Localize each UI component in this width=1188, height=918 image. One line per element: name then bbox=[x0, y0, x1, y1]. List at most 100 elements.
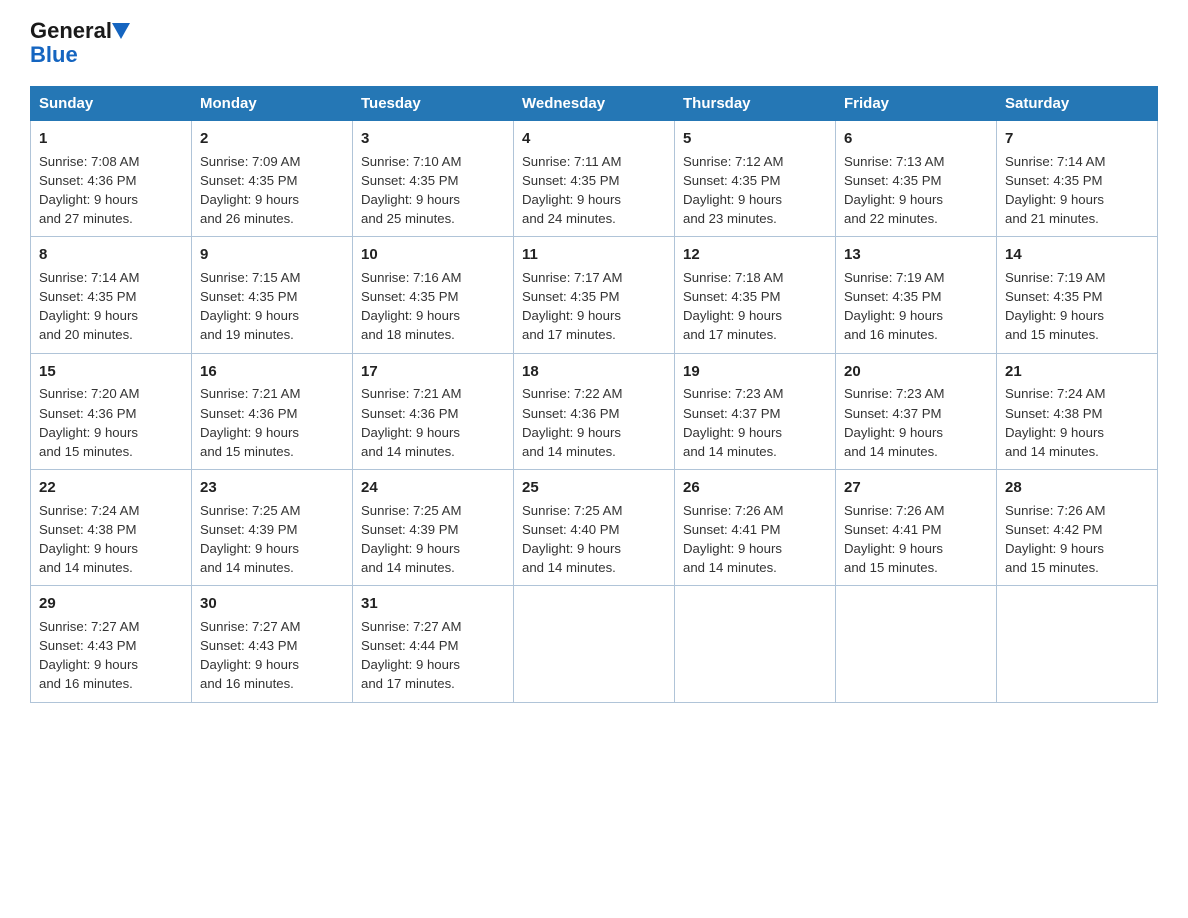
day-number: 26 bbox=[683, 477, 827, 499]
day-cell: 11 Sunrise: 7:17 AMSunset: 4:35 PMDayligh… bbox=[514, 237, 675, 353]
day-number: 20 bbox=[844, 361, 988, 383]
day-info: Sunrise: 7:18 AMSunset: 4:35 PMDaylight:… bbox=[683, 270, 783, 342]
day-info: Sunrise: 7:27 AMSunset: 4:44 PMDaylight:… bbox=[361, 619, 461, 691]
day-cell: 20 Sunrise: 7:23 AMSunset: 4:37 PMDayligh… bbox=[836, 353, 997, 469]
day-number: 17 bbox=[361, 361, 505, 383]
day-info: Sunrise: 7:08 AMSunset: 4:36 PMDaylight:… bbox=[39, 154, 139, 226]
page-header: General Blue bbox=[30, 20, 1158, 68]
day-cell: 18Sunrise: 7:22 AMSunset: 4:36 PMDayligh… bbox=[514, 353, 675, 469]
day-number: 9 bbox=[200, 244, 344, 266]
day-number: 21 bbox=[1005, 361, 1149, 383]
col-header-saturday: Saturday bbox=[997, 87, 1158, 121]
calendar-table: SundayMondayTuesdayWednesdayThursdayFrid… bbox=[30, 86, 1158, 703]
day-info: Sunrise: 7:22 AMSunset: 4:36 PMDaylight:… bbox=[522, 386, 622, 458]
day-cell: 24Sunrise: 7:25 AMSunset: 4:39 PMDayligh… bbox=[353, 469, 514, 585]
day-info: Sunrise: 7:26 AMSunset: 4:41 PMDaylight:… bbox=[844, 503, 944, 575]
col-header-thursday: Thursday bbox=[675, 87, 836, 121]
week-row-1: 1 Sunrise: 7:08 AMSunset: 4:36 PMDaylight… bbox=[31, 121, 1158, 237]
logo-general: General bbox=[30, 18, 112, 43]
day-cell: 26 Sunrise: 7:26 AMSunset: 4:41 PMDayligh… bbox=[675, 469, 836, 585]
day-info: Sunrise: 7:26 AMSunset: 4:41 PMDaylight:… bbox=[683, 503, 783, 575]
day-info: Sunrise: 7:14 AMSunset: 4:35 PMDaylight:… bbox=[1005, 154, 1105, 226]
day-info: Sunrise: 7:13 AMSunset: 4:35 PMDaylight:… bbox=[844, 154, 944, 226]
day-cell: 30 Sunrise: 7:27 AMSunset: 4:43 PMDayligh… bbox=[192, 586, 353, 702]
day-cell: 5Sunrise: 7:12 AMSunset: 4:35 PMDaylight… bbox=[675, 121, 836, 237]
day-cell: 13 Sunrise: 7:19 AMSunset: 4:35 PMDayligh… bbox=[836, 237, 997, 353]
day-cell bbox=[514, 586, 675, 702]
day-cell: 7Sunrise: 7:14 AMSunset: 4:35 PMDaylight… bbox=[997, 121, 1158, 237]
col-header-wednesday: Wednesday bbox=[514, 87, 675, 121]
day-cell: 8 Sunrise: 7:14 AMSunset: 4:35 PMDaylight… bbox=[31, 237, 192, 353]
day-number: 4 bbox=[522, 128, 666, 150]
day-number: 2 bbox=[200, 128, 344, 150]
day-cell: 19 Sunrise: 7:23 AMSunset: 4:37 PMDayligh… bbox=[675, 353, 836, 469]
day-info: Sunrise: 7:20 AMSunset: 4:36 PMDaylight:… bbox=[39, 386, 139, 458]
col-header-monday: Monday bbox=[192, 87, 353, 121]
day-number: 19 bbox=[683, 361, 827, 383]
day-info: Sunrise: 7:17 AMSunset: 4:35 PMDaylight:… bbox=[522, 270, 622, 342]
day-cell: 12 Sunrise: 7:18 AMSunset: 4:35 PMDayligh… bbox=[675, 237, 836, 353]
day-number: 16 bbox=[200, 361, 344, 383]
logo-arrow-icon bbox=[112, 23, 130, 41]
day-cell: 2 Sunrise: 7:09 AMSunset: 4:35 PMDaylight… bbox=[192, 121, 353, 237]
day-info: Sunrise: 7:09 AMSunset: 4:35 PMDaylight:… bbox=[200, 154, 300, 226]
logo: General Blue bbox=[30, 20, 130, 68]
day-number: 29 bbox=[39, 593, 183, 615]
week-row-2: 8 Sunrise: 7:14 AMSunset: 4:35 PMDaylight… bbox=[31, 237, 1158, 353]
header-row: SundayMondayTuesdayWednesdayThursdayFrid… bbox=[31, 87, 1158, 121]
day-info: Sunrise: 7:24 AMSunset: 4:38 PMDaylight:… bbox=[39, 503, 139, 575]
day-info: Sunrise: 7:27 AMSunset: 4:43 PMDaylight:… bbox=[39, 619, 139, 691]
day-info: Sunrise: 7:23 AMSunset: 4:37 PMDaylight:… bbox=[844, 386, 944, 458]
day-number: 31 bbox=[361, 593, 505, 615]
day-info: Sunrise: 7:26 AMSunset: 4:42 PMDaylight:… bbox=[1005, 503, 1105, 575]
day-number: 28 bbox=[1005, 477, 1149, 499]
col-header-tuesday: Tuesday bbox=[353, 87, 514, 121]
logo-text: General bbox=[30, 20, 130, 42]
day-info: Sunrise: 7:25 AMSunset: 4:40 PMDaylight:… bbox=[522, 503, 622, 575]
day-cell: 21 Sunrise: 7:24 AMSunset: 4:38 PMDayligh… bbox=[997, 353, 1158, 469]
day-cell: 31 Sunrise: 7:27 AMSunset: 4:44 PMDayligh… bbox=[353, 586, 514, 702]
day-cell bbox=[836, 586, 997, 702]
day-cell: 1 Sunrise: 7:08 AMSunset: 4:36 PMDaylight… bbox=[31, 121, 192, 237]
day-cell: 22 Sunrise: 7:24 AMSunset: 4:38 PMDayligh… bbox=[31, 469, 192, 585]
day-cell: 6Sunrise: 7:13 AMSunset: 4:35 PMDaylight… bbox=[836, 121, 997, 237]
day-number: 11 bbox=[522, 244, 666, 266]
day-number: 12 bbox=[683, 244, 827, 266]
col-header-friday: Friday bbox=[836, 87, 997, 121]
day-cell: 4 Sunrise: 7:11 AMSunset: 4:35 PMDaylight… bbox=[514, 121, 675, 237]
day-info: Sunrise: 7:23 AMSunset: 4:37 PMDaylight:… bbox=[683, 386, 783, 458]
day-cell bbox=[675, 586, 836, 702]
day-number: 25 bbox=[522, 477, 666, 499]
day-info: Sunrise: 7:19 AMSunset: 4:35 PMDaylight:… bbox=[844, 270, 944, 342]
day-number: 13 bbox=[844, 244, 988, 266]
day-number: 5 bbox=[683, 128, 827, 150]
day-info: Sunrise: 7:24 AMSunset: 4:38 PMDaylight:… bbox=[1005, 386, 1105, 458]
day-cell: 10Sunrise: 7:16 AMSunset: 4:35 PMDayligh… bbox=[353, 237, 514, 353]
day-number: 10 bbox=[361, 244, 505, 266]
day-number: 30 bbox=[200, 593, 344, 615]
day-info: Sunrise: 7:10 AMSunset: 4:35 PMDaylight:… bbox=[361, 154, 461, 226]
day-cell: 3Sunrise: 7:10 AMSunset: 4:35 PMDaylight… bbox=[353, 121, 514, 237]
day-info: Sunrise: 7:14 AMSunset: 4:35 PMDaylight:… bbox=[39, 270, 139, 342]
day-cell: 17 Sunrise: 7:21 AMSunset: 4:36 PMDayligh… bbox=[353, 353, 514, 469]
week-row-3: 15 Sunrise: 7:20 AMSunset: 4:36 PMDayligh… bbox=[31, 353, 1158, 469]
day-number: 15 bbox=[39, 361, 183, 383]
day-cell: 9Sunrise: 7:15 AMSunset: 4:35 PMDaylight… bbox=[192, 237, 353, 353]
day-number: 14 bbox=[1005, 244, 1149, 266]
day-info: Sunrise: 7:21 AMSunset: 4:36 PMDaylight:… bbox=[361, 386, 461, 458]
day-number: 1 bbox=[39, 128, 183, 150]
day-info: Sunrise: 7:21 AMSunset: 4:36 PMDaylight:… bbox=[200, 386, 300, 458]
day-cell: 16 Sunrise: 7:21 AMSunset: 4:36 PMDayligh… bbox=[192, 353, 353, 469]
day-cell: 25 Sunrise: 7:25 AMSunset: 4:40 PMDayligh… bbox=[514, 469, 675, 585]
day-number: 8 bbox=[39, 244, 183, 266]
day-info: Sunrise: 7:11 AMSunset: 4:35 PMDaylight:… bbox=[522, 154, 621, 226]
day-number: 22 bbox=[39, 477, 183, 499]
day-info: Sunrise: 7:27 AMSunset: 4:43 PMDaylight:… bbox=[200, 619, 300, 691]
day-number: 24 bbox=[361, 477, 505, 499]
day-cell: 29 Sunrise: 7:27 AMSunset: 4:43 PMDayligh… bbox=[31, 586, 192, 702]
day-cell: 23Sunrise: 7:25 AMSunset: 4:39 PMDayligh… bbox=[192, 469, 353, 585]
col-header-sunday: Sunday bbox=[31, 87, 192, 121]
day-cell: 27 Sunrise: 7:26 AMSunset: 4:41 PMDayligh… bbox=[836, 469, 997, 585]
day-cell: 14Sunrise: 7:19 AMSunset: 4:35 PMDayligh… bbox=[997, 237, 1158, 353]
day-number: 27 bbox=[844, 477, 988, 499]
